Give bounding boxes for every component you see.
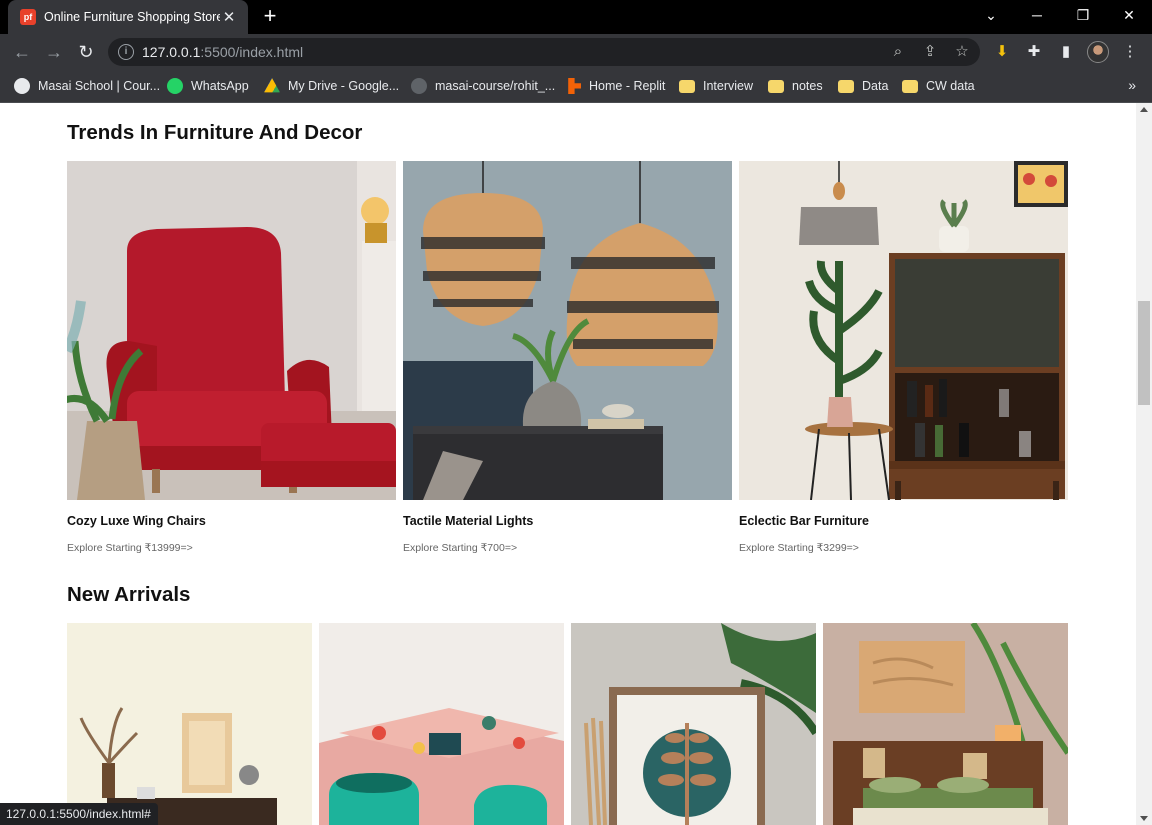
- url-text[interactable]: 127.0.0.1:5500/index.html: [142, 44, 303, 60]
- folder-icon: [902, 79, 918, 93]
- bookmarks-bar: Masai School | Cour... WhatsApp My Drive…: [0, 70, 1152, 103]
- more-bookmarks-icon[interactable]: »: [1128, 77, 1136, 93]
- bookmark-notes[interactable]: notes: [768, 77, 823, 95]
- card-price-link[interactable]: Explore Starting ₹13999=>: [67, 542, 193, 554]
- reload-icon[interactable]: ↻: [74, 40, 98, 64]
- github-icon: [411, 78, 427, 94]
- bookmark-label: Masai School | Cour...: [38, 79, 161, 93]
- bookmark-drive[interactable]: My Drive - Google...: [264, 77, 399, 95]
- bookmark-label: Interview: [703, 79, 754, 93]
- restore-icon[interactable]: ❐: [1060, 0, 1106, 30]
- share-icon[interactable]: ⇪: [920, 42, 940, 62]
- profile-avatar[interactable]: [1087, 41, 1109, 63]
- bookmark-label: My Drive - Google...: [288, 79, 400, 93]
- minimize-icon[interactable]: ─: [1014, 0, 1060, 30]
- card-name[interactable]: Tactile Material Lights: [403, 514, 533, 528]
- folder-icon: [768, 79, 784, 93]
- side-panel-icon[interactable]: ▮: [1056, 42, 1076, 62]
- title-bar: pf Online Furniture Shopping Store ✕ + ⌄…: [0, 0, 1152, 34]
- bookmark-replit[interactable]: Home - Replit: [565, 77, 665, 95]
- back-icon[interactable]: ←: [10, 40, 34, 64]
- active-tab[interactable]: pf Online Furniture Shopping Store ✕: [8, 0, 248, 34]
- page-scrollbar[interactable]: [1136, 103, 1152, 825]
- scroll-down-arrow-icon[interactable]: [1140, 816, 1148, 821]
- trend-card-wing-chairs[interactable]: Cozy Luxe Wing Chairs Explore Starting ₹…: [67, 161, 396, 561]
- arrival-card-wall-art[interactable]: [571, 623, 816, 825]
- bookmark-star-icon[interactable]: ☆: [952, 42, 972, 62]
- drive-icon: [264, 78, 280, 93]
- trends-heading: Trends In Furniture And Decor: [67, 121, 363, 144]
- pendant-lights-image[interactable]: [403, 161, 732, 500]
- bookmark-label: CW data: [926, 79, 975, 93]
- zoom-icon[interactable]: ⌕: [888, 42, 908, 62]
- download-icon[interactable]: ⬇: [992, 42, 1012, 62]
- link-status-bar: 127.0.0.1:5500/index.html#: [0, 803, 158, 825]
- bookmark-interview[interactable]: Interview: [679, 77, 753, 95]
- scrollbar-thumb[interactable]: [1138, 301, 1150, 405]
- close-window-icon[interactable]: ✕: [1106, 0, 1152, 30]
- extensions-icon[interactable]: ✚: [1024, 42, 1044, 62]
- new-tab-icon[interactable]: +: [258, 5, 282, 29]
- url-host: 127.0.0.1: [142, 44, 201, 60]
- bookmark-label: Data: [862, 79, 889, 93]
- trend-card-bar-furniture[interactable]: Eclectic Bar Furniture Explore Starting …: [739, 161, 1068, 561]
- bookmark-github[interactable]: masai-course/rohit_...: [411, 77, 555, 95]
- new-arrivals-heading: New Arrivals: [67, 583, 191, 606]
- url-path: :5500/index.html: [200, 44, 304, 60]
- arrival-card-bed[interactable]: [823, 623, 1068, 825]
- bookmark-label: WhatsApp: [191, 79, 249, 93]
- globe-icon: [14, 78, 30, 94]
- card-price-link[interactable]: Explore Starting ₹3299=>: [739, 542, 859, 554]
- address-bar[interactable]: i 127.0.0.1:5500/index.html ⌕ ⇪ ☆: [108, 38, 980, 66]
- bookmark-whatsapp[interactable]: WhatsApp: [167, 77, 249, 95]
- gift-box-mugs-image[interactable]: [319, 623, 564, 825]
- bookmark-label: Home - Replit: [589, 79, 666, 93]
- tab-search-icon[interactable]: ⌄: [968, 0, 1014, 30]
- close-tab-icon[interactable]: ✕: [220, 8, 238, 26]
- leaf-wall-art-image[interactable]: [571, 623, 816, 825]
- bar-cabinet-image[interactable]: [739, 161, 1068, 500]
- folder-icon: [838, 79, 854, 93]
- wing-chair-image[interactable]: [67, 161, 396, 500]
- card-price-link[interactable]: Explore Starting ₹700=>: [403, 542, 517, 554]
- bookmark-label: notes: [792, 79, 823, 93]
- menu-kebab-icon[interactable]: ⋮: [1120, 42, 1140, 62]
- page-viewport: Trends In Furniture And Decor Cozy Luxe …: [0, 103, 1136, 825]
- browser-chrome: pf Online Furniture Shopping Store ✕ + ⌄…: [0, 0, 1152, 103]
- folder-icon: [679, 79, 695, 93]
- arrival-card-gift-box[interactable]: [319, 623, 564, 825]
- tab-title: Online Furniture Shopping Store: [44, 10, 220, 24]
- browser-toolbar: ← → ↻ i 127.0.0.1:5500/index.html ⌕ ⇪ ☆ …: [0, 34, 1152, 70]
- decor-shelf-image[interactable]: [67, 623, 312, 825]
- tab-favicon-icon: pf: [20, 9, 36, 25]
- arrival-card-decor[interactable]: [67, 623, 312, 825]
- wooden-bed-image[interactable]: [823, 623, 1068, 825]
- card-name[interactable]: Cozy Luxe Wing Chairs: [67, 514, 206, 528]
- bookmark-masai[interactable]: Masai School | Cour...: [14, 77, 160, 95]
- replit-icon: [568, 78, 581, 94]
- scroll-up-arrow-icon[interactable]: [1140, 107, 1148, 112]
- bookmark-label: masai-course/rohit_...: [435, 79, 556, 93]
- bookmark-cw-data[interactable]: CW data: [902, 77, 975, 95]
- card-name[interactable]: Eclectic Bar Furniture: [739, 514, 869, 528]
- bookmark-data[interactable]: Data: [838, 77, 888, 95]
- forward-icon[interactable]: →: [42, 40, 66, 64]
- site-info-icon[interactable]: i: [118, 44, 134, 60]
- trend-card-lights[interactable]: Tactile Material Lights Explore Starting…: [403, 161, 732, 561]
- whatsapp-icon: [167, 78, 183, 94]
